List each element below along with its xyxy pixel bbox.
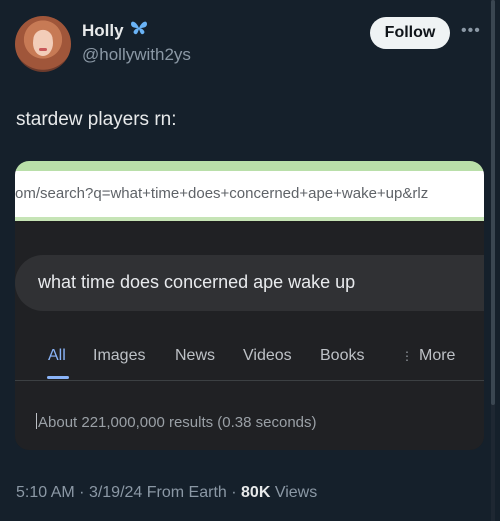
- tweet-text: stardew players rn:: [16, 109, 177, 130]
- more-vertical-icon: ⋮: [401, 349, 413, 363]
- attached-image[interactable]: om/search?q=what+time+does+concerned+ape…: [15, 161, 484, 450]
- search-box: what time does concerned ape wake up: [15, 255, 484, 311]
- address-bar: om/search?q=what+time+does+concerned+ape…: [15, 171, 484, 221]
- search-tabs: All Images News Videos Books ⋮ More: [15, 347, 484, 387]
- tab-all: All: [48, 347, 66, 364]
- user-handle[interactable]: @hollywith2ys: [82, 45, 191, 65]
- author-name-row: Holly: [82, 20, 148, 41]
- post-meta: 5:10 AM · 3/19/24 From Earth · 80K Views: [16, 484, 317, 502]
- more-options-icon[interactable]: •••: [461, 22, 481, 40]
- post-date[interactable]: 3/19/24: [89, 484, 142, 501]
- follow-button[interactable]: Follow: [370, 17, 450, 49]
- results-stats-text: About 221,000,000 results (0.38 seconds): [38, 414, 317, 431]
- browser-tab-strip: [15, 161, 484, 171]
- address-url: om/search?q=what+time+does+concerned+ape…: [15, 185, 429, 202]
- tab-videos: Videos: [243, 347, 292, 364]
- scrollbar-thumb[interactable]: [491, 0, 495, 405]
- views-label: Views: [274, 484, 318, 501]
- avatar-face: [33, 30, 53, 56]
- active-tab-indicator: [47, 376, 69, 379]
- tab-news: News: [175, 347, 216, 364]
- search-query: what time does concerned ape wake up: [38, 272, 356, 292]
- views-count: 80K: [241, 484, 271, 501]
- results-stats: About 221,000,000 results (0.38 seconds): [36, 413, 317, 431]
- tab-images: Images: [93, 347, 146, 364]
- meta-separator: ·: [79, 484, 85, 501]
- tab-more-label: More: [419, 347, 456, 364]
- tabs-divider: [15, 380, 484, 381]
- butterfly-icon: [130, 20, 148, 41]
- avatar[interactable]: [15, 16, 71, 72]
- meta-separator: ·: [231, 484, 237, 501]
- tab-more: ⋮ More: [401, 347, 455, 365]
- display-name[interactable]: Holly: [82, 21, 124, 41]
- post-source: From Earth: [146, 484, 227, 501]
- tab-books: Books: [320, 347, 365, 364]
- avatar-lips: [39, 48, 47, 51]
- post-time[interactable]: 5:10 AM: [16, 484, 75, 501]
- text-cursor: [36, 413, 37, 429]
- search-results-page: what time does concerned ape wake up All…: [15, 223, 484, 450]
